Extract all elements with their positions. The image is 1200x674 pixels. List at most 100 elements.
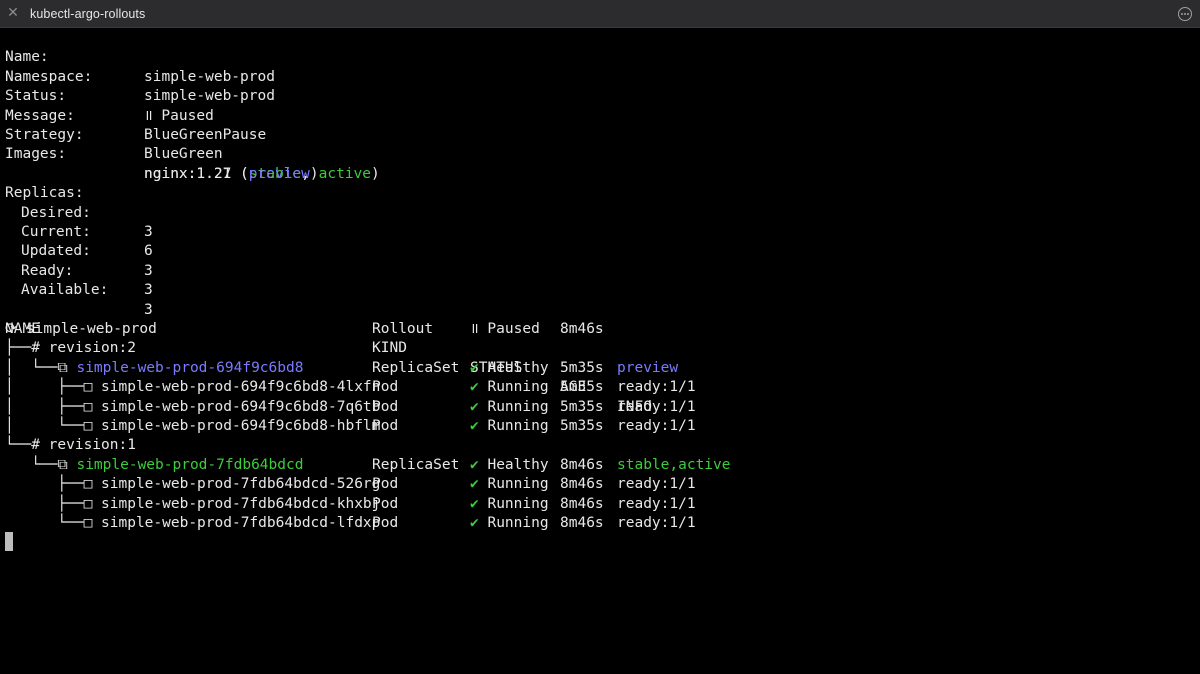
replicas-available-row: Available: 3 — [5, 262, 153, 317]
field-value: 3 — [144, 262, 153, 279]
field-value: simple-web-prod — [144, 68, 275, 85]
resource-info: ready:1/1 — [617, 515, 696, 531]
tab-bar: ✕ kubectl-argo-rollouts — [0, 0, 1200, 28]
field-value: simple-web-prod — [144, 88, 275, 105]
tree-branch: │ └──□ — [5, 418, 102, 434]
window-title: kubectl-argo-rollouts — [30, 7, 146, 21]
resource-status: ✔ Running — [470, 475, 549, 494]
resource-name: simple-web-prod-7fdb64bdcd-lfdxp — [101, 515, 381, 531]
resource-info: ready:1/1 — [617, 476, 696, 493]
summary-name-row: Name: simple-web-prod — [5, 29, 275, 84]
tree-name-cell: └──# revision:1 — [5, 436, 136, 455]
tree-name-cell: ├──# revision:2 — [5, 339, 136, 358]
resource-age: 5m35s — [560, 359, 604, 376]
resource-kind: Pod — [372, 379, 399, 396]
resource-kind: Pod — [372, 495, 399, 512]
tree-branch: │ ├──□ — [5, 379, 102, 396]
resource-name: simple-web-prod-694f9c6bd8-4lxfn — [101, 379, 381, 396]
status-text: Running — [478, 398, 549, 415]
resource-age: 8m46s — [560, 476, 604, 493]
field-value: ॥ Paused — [144, 107, 214, 124]
terminal-window: ✕ kubectl-argo-rollouts Name: simple-web… — [0, 0, 1200, 674]
punctuation: ) — [371, 165, 380, 182]
replicas-updated-row: Updated: 3 — [5, 223, 153, 278]
image-name: nginx:1.27 — [144, 165, 232, 182]
field-value: BlueGreen — [144, 146, 223, 163]
status-text: Running — [478, 418, 549, 434]
tree-branch: │ ├──□ — [5, 398, 102, 415]
resource-name: simple-web-prod-694f9c6bd8 — [76, 359, 304, 376]
summary-namespace-row: Namespace: simple-web-prod — [5, 48, 275, 104]
tree-name-cell: │ └──□ simple-web-prod-694f9c6bd8-hbflm — [5, 417, 380, 436]
resource-age: 5m35s — [560, 398, 604, 415]
terminal-cursor — [5, 532, 13, 551]
resource-status: ✔ Healthy — [470, 456, 549, 475]
tree-branch: ├──□ — [5, 476, 102, 493]
resource-kind: Pod — [372, 398, 399, 415]
resource-info: ready:1/1 — [617, 379, 696, 396]
tree-name-cell: ⟳ simple-web-prod — [5, 320, 157, 339]
resource-name: simple-web-prod-7fdb64bdcd — [76, 456, 304, 473]
resource-kind: Pod — [372, 476, 399, 493]
close-icon[interactable]: ✕ — [6, 6, 20, 20]
tree-branch: ⟳ — [5, 321, 26, 337]
resource-status: ✔ Running — [470, 398, 549, 417]
tree-name-cell: ├──□ simple-web-prod-7fdb64bdcd-526rg — [5, 475, 380, 494]
resource-status: ✔ Healthy — [470, 359, 549, 378]
resource-kind: Rollout — [372, 321, 434, 337]
check-icon: ✔ — [470, 359, 479, 376]
resource-kind: Pod — [372, 418, 399, 434]
tree-name-cell: │ └──⧉ simple-web-prod-694f9c6bd8 — [5, 359, 303, 378]
more-options-icon[interactable] — [1178, 7, 1192, 21]
tree-branch: ├──# — [5, 340, 49, 357]
terminal-output: Name: simple-web-prod Namespace: simple-… — [0, 28, 1200, 674]
check-icon: ✔ — [470, 476, 479, 493]
resource-age: 5m35s — [560, 379, 604, 396]
resource-name: revision:2 — [48, 340, 136, 357]
tree-branch: └──⧉ — [5, 456, 77, 473]
resource-name: simple-web-prod-7fdb64bdcd-khxbj — [101, 495, 381, 512]
resource-status: ✔ Running — [470, 495, 549, 514]
summary-message-row: Message: BlueGreenPause — [5, 87, 266, 143]
resource-age: 8m46s — [560, 321, 604, 337]
tree-name-cell: │ ├──□ simple-web-prod-694f9c6bd8-7q6tb — [5, 398, 380, 417]
tree-branch: │ └──⧉ — [5, 359, 77, 376]
resource-name: simple-web-prod-7fdb64bdcd-526rg — [101, 476, 381, 493]
resource-name: simple-web-prod — [25, 321, 157, 337]
summary-status-row: Status: ॥ Paused — [5, 68, 214, 123]
check-icon: ✔ — [470, 418, 479, 434]
resource-info: ready:1/1 — [617, 495, 696, 512]
tree-branch: ├──□ — [5, 495, 102, 512]
resource-name: simple-web-prod-694f9c6bd8-7q6tb — [101, 398, 381, 415]
tree-name-cell: │ ├──□ simple-web-prod-694f9c6bd8-4lxfn — [5, 378, 380, 397]
punctuation: ( — [231, 165, 249, 182]
summary-images-row: Images: nginx:1.21 (stable, active) — [5, 126, 380, 181]
column-header-kind: KIND — [372, 340, 407, 357]
replicas-desired-row: Desired: 3 — [5, 184, 153, 240]
resource-age: 8m46s — [560, 495, 604, 512]
image-entry: nginx:1.27 (preview) — [144, 165, 319, 184]
resource-status: ✔ Running — [470, 514, 549, 533]
resource-status: ✔ Running — [470, 378, 549, 397]
check-icon: ✔ — [470, 456, 479, 473]
tree-name-cell: └──⧉ simple-web-prod-7fdb64bdcd — [5, 456, 303, 475]
replicas-header: Replicas: — [5, 165, 84, 201]
image-tag-preview: preview — [248, 165, 310, 182]
resource-info: ready:1/1 — [617, 398, 696, 415]
status-text: Running — [478, 476, 549, 493]
status-text: Healthy — [478, 456, 549, 473]
field-value: 3 — [144, 224, 153, 240]
resource-age: 5m35s — [560, 418, 604, 434]
check-icon: ✔ — [470, 495, 479, 512]
image-tag-active: active — [318, 165, 372, 182]
tree-header-row: NAME KIND STATUS AGE INFO — [5, 301, 652, 415]
check-icon: ✔ — [470, 398, 479, 415]
resource-age: 8m46s — [560, 515, 604, 531]
check-icon: ✔ — [470, 515, 479, 531]
summary-images-row-2: nginx:1.27 (preview) — [5, 145, 319, 182]
tree-branch: └──# — [5, 437, 49, 454]
resource-kind: ReplicaSet — [372, 456, 460, 473]
status-text: Healthy — [478, 359, 549, 376]
field-value: 6 — [144, 243, 153, 260]
tree-name-cell: └──□ simple-web-prod-7fdb64bdcd-lfdxp — [5, 514, 380, 533]
